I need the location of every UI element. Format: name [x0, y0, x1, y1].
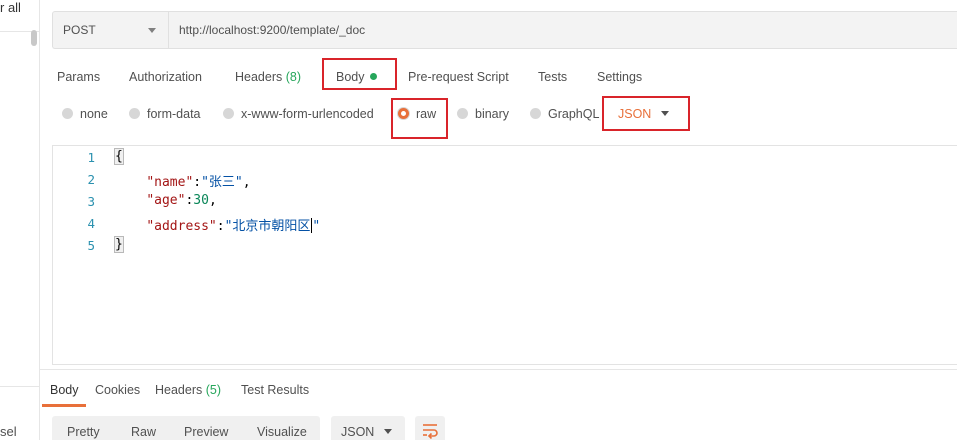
- sidebar-top-text[interactable]: r all: [0, 0, 21, 15]
- format-visualize-button[interactable]: Visualize: [257, 425, 307, 439]
- json-key-age: "age": [146, 193, 186, 208]
- sidebar-bottom-text[interactable]: sel: [0, 424, 17, 439]
- radio-none[interactable]: none: [62, 107, 108, 121]
- highlight-box-body: [322, 58, 397, 90]
- response-format-group: Pretty Raw Preview Visualize: [52, 416, 320, 440]
- url-text: http://localhost:9200/template/_doc: [179, 23, 366, 37]
- response-tab-headers[interactable]: Headers (5): [155, 383, 221, 397]
- response-tab-cookies[interactable]: Cookies: [95, 383, 140, 397]
- collections-sidebar: r all sel: [0, 0, 40, 440]
- response-tab-body[interactable]: Body: [50, 383, 79, 397]
- tab-settings[interactable]: Settings: [597, 70, 642, 84]
- radio-none-label: none: [80, 107, 108, 121]
- json-key-name: "name": [146, 175, 194, 190]
- json-value-age: 30: [193, 193, 209, 208]
- method-select[interactable]: POST: [52, 11, 169, 49]
- radio-circle-icon: [62, 108, 73, 119]
- wrap-lines-icon: [423, 424, 438, 439]
- line-number: 1: [87, 150, 95, 165]
- radio-binary[interactable]: binary: [457, 107, 509, 121]
- chevron-down-icon: [384, 429, 392, 434]
- chevron-down-icon: [148, 28, 156, 33]
- response-language-select[interactable]: JSON: [331, 416, 405, 440]
- method-label: POST: [63, 23, 96, 37]
- response-tab-headers-label: Headers: [155, 383, 203, 397]
- format-pretty-button[interactable]: Pretty: [67, 425, 100, 439]
- json-value-name: "张三": [201, 175, 243, 190]
- radio-circle-icon: [457, 108, 468, 119]
- tab-params[interactable]: Params: [57, 70, 100, 84]
- code-line: "address":"北京市朝阳区 ": [146, 218, 321, 234]
- body-editor[interactable]: 1 2 3 4 5 { "name":"张三", "age":30, "addr…: [52, 145, 957, 365]
- response-language-label: JSON: [341, 425, 375, 439]
- sidebar-divider-bottom: [0, 386, 40, 387]
- url-input[interactable]: http://localhost:9200/template/_doc: [168, 11, 957, 49]
- format-raw-button[interactable]: Raw: [131, 425, 156, 439]
- tab-headers[interactable]: Headers (8): [235, 70, 301, 84]
- radio-graphql[interactable]: GraphQL: [530, 107, 599, 121]
- code-line: {: [114, 148, 124, 165]
- radio-circle-icon: [530, 108, 541, 119]
- radio-urlencoded-label: x-www-form-urlencoded: [241, 107, 374, 121]
- active-tab-indicator: [42, 404, 86, 407]
- line-number: 4: [87, 216, 95, 231]
- tab-headers-count: (8): [285, 70, 302, 84]
- code-line: }: [114, 236, 124, 253]
- tab-headers-label: Headers: [235, 70, 283, 84]
- tab-prerequest-script[interactable]: Pre-request Script: [408, 70, 509, 84]
- highlight-box-json: [602, 96, 690, 131]
- radio-binary-label: binary: [475, 107, 510, 121]
- response-tab-headers-count: (5): [205, 383, 222, 397]
- highlight-box-raw: [391, 98, 448, 139]
- format-preview-button[interactable]: Preview: [184, 425, 228, 439]
- radio-circle-icon: [129, 108, 140, 119]
- radio-form-data[interactable]: form-data: [129, 107, 201, 121]
- radio-urlencoded[interactable]: x-www-form-urlencoded: [223, 107, 374, 121]
- code-line: "age":30,: [146, 193, 217, 208]
- response-divider[interactable]: [40, 369, 957, 370]
- code-line: "name":"张三",: [146, 175, 251, 190]
- open-brace: {: [114, 148, 124, 165]
- json-value-address-end: ": [312, 219, 321, 234]
- radio-form-data-label: form-data: [147, 107, 201, 121]
- tab-tests[interactable]: Tests: [538, 70, 567, 84]
- line-number: 3: [87, 194, 95, 209]
- line-number: 2: [87, 172, 95, 187]
- json-value-address: "北京市朝阳区: [224, 219, 311, 234]
- close-brace: }: [114, 236, 124, 253]
- radio-graphql-label: GraphQL: [548, 107, 600, 121]
- json-key-address: "address": [146, 219, 217, 234]
- wrap-lines-button[interactable]: [415, 416, 445, 440]
- line-number: 5: [87, 238, 95, 253]
- radio-circle-icon: [223, 108, 234, 119]
- sidebar-scrollbar[interactable]: [31, 30, 37, 46]
- response-tab-test-results[interactable]: Test Results: [241, 383, 309, 397]
- tab-authorization[interactable]: Authorization: [129, 70, 202, 84]
